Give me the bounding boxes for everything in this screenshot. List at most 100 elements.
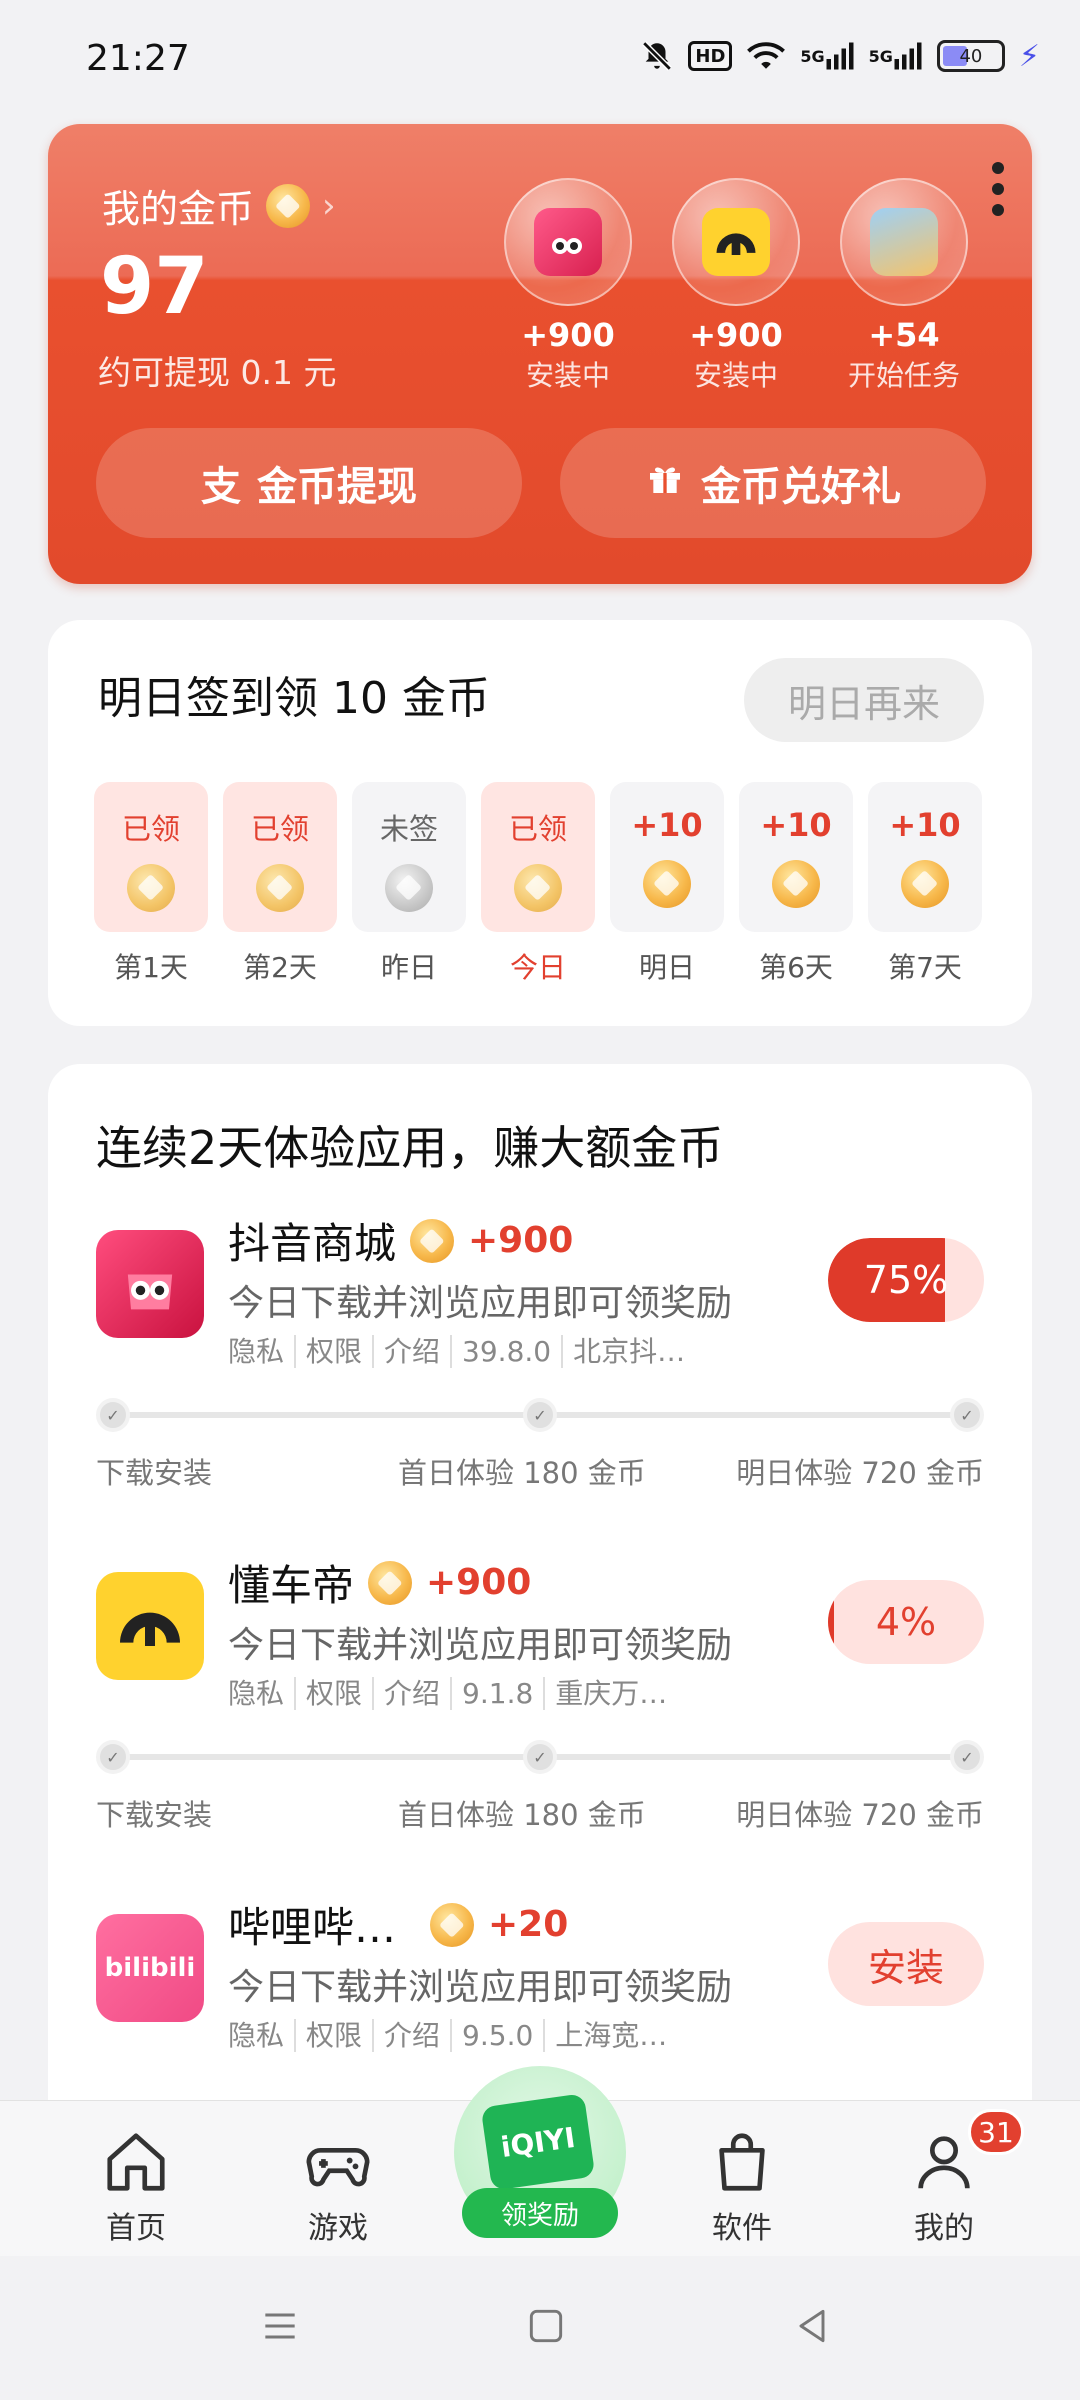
wifi-icon — [746, 38, 786, 74]
check-icon: ✓ — [96, 1398, 130, 1432]
tab-games[interactable]: 游戏 — [278, 2127, 398, 2247]
app-description: 今日下载并浏览应用即可领奖励 — [228, 1967, 733, 2008]
check-icon: ✓ — [523, 1398, 557, 1432]
charging-icon: ⚡ — [1018, 38, 1040, 74]
day-status: 未签 — [379, 812, 438, 846]
permissions-link[interactable]: 权限 — [294, 1335, 373, 1368]
checkin-day: +10 第7天 — [868, 782, 982, 986]
signal-5g-label: 5G — [800, 46, 825, 66]
permissions-link[interactable]: 权限 — [294, 1677, 373, 1710]
task-steps: ✓ ✓ ✓ 下载安装 首日体验 180 金币 明日体验 720 金币 — [96, 1398, 984, 1498]
status-bar: 21:27 HD 5G 5G 40 ⚡ — [0, 0, 1080, 120]
check-icon: ✓ — [950, 1398, 984, 1432]
step-label: 明日体验 720 金币 — [736, 1798, 984, 1832]
install-button[interactable]: 安装 — [828, 1922, 984, 2006]
task-bubble[interactable]: +900 安装中 — [672, 178, 800, 394]
battery-level: 40 — [959, 45, 983, 67]
privacy-link[interactable]: 隐私 — [228, 2019, 294, 2052]
task-status: 安装中 — [693, 359, 778, 392]
check-icon: ✓ — [523, 1740, 557, 1774]
task-bubble[interactable]: +54 开始任务 — [840, 178, 968, 394]
my-coins-title: 我的金币 — [102, 187, 255, 231]
coin-icon — [127, 864, 175, 912]
download-progress-button[interactable]: 4% — [828, 1580, 984, 1664]
claim-reward-tab[interactable]: iQIYI 领奖励 — [454, 2066, 626, 2238]
gift-icon — [645, 458, 685, 508]
app-task-item[interactable]: bilibili 哔哩哔… +20 今日下载并浏览应用即可领奖励 隐私 权限 介绍 9… — [96, 1894, 984, 2052]
signal-icon: 5G — [800, 38, 854, 74]
coin-icon — [385, 864, 433, 912]
gift-button-label: 金币兑好礼 — [701, 464, 901, 510]
check-icon: ✓ — [950, 1740, 984, 1774]
day-status: 已领 — [121, 812, 180, 846]
app-version: 9.5.0 — [450, 2019, 544, 2052]
download-progress-button[interactable]: 75% — [828, 1238, 984, 1322]
checkin-day: 未签 昨日 — [352, 782, 466, 986]
app-tasks-card: 连续2天体验应用，赚大额金币 抖音商城 +900 今日下载并浏览应用即可领奖励 … — [48, 1064, 1032, 2164]
check-icon: ✓ — [96, 1740, 130, 1774]
dongchedi-app-icon — [96, 1572, 204, 1680]
notification-badge: 31 — [968, 2109, 1024, 2155]
app-description: 今日下载并浏览应用即可领奖励 — [228, 1283, 733, 1324]
app-meta: 隐私 权限 介绍 9.1.8 重庆万… — [228, 1672, 678, 1712]
app-reward: +900 — [468, 1220, 574, 1261]
app-version: 39.8.0 — [450, 1335, 562, 1368]
app-task-item[interactable]: 抖音商城 +900 今日下载并浏览应用即可领奖励 隐私 权限 介绍 39.8.0 北京抖… — [96, 1210, 984, 1368]
coin-icon — [256, 864, 304, 912]
day-status: +10 — [760, 806, 832, 844]
shopping-bag-icon — [719, 2133, 765, 2191]
iqiyi-tv-icon: iQIYI — [480, 2093, 596, 2191]
step-label: 首日体验 180 金币 — [398, 1456, 646, 1490]
coin-icon — [772, 860, 820, 908]
signal-5g-label-2: 5G — [868, 46, 893, 66]
app-meta: 隐私 权限 介绍 39.8.0 北京抖… — [228, 1330, 696, 1370]
coin-icon — [514, 864, 562, 912]
task-status: 安装中 — [525, 359, 610, 392]
tab-mine[interactable]: 我的 31 — [884, 2109, 1024, 2247]
tab-home[interactable]: 首页 — [76, 2127, 196, 2247]
app-name: 抖音商城 — [228, 1219, 397, 1268]
gift-exchange-button[interactable]: 金币兑好礼 — [560, 428, 986, 538]
tab-label: 游戏 — [308, 2211, 368, 2246]
app-developer: 北京抖… — [561, 1335, 696, 1368]
system-nav-bar — [0, 2256, 1080, 2400]
intro-link[interactable]: 介绍 — [372, 1677, 451, 1710]
intro-link[interactable]: 介绍 — [372, 1335, 451, 1368]
task-points: +54 — [868, 316, 940, 354]
day-status: +10 — [889, 806, 961, 844]
step-label: 下载安装 — [96, 1798, 213, 1832]
tab-software[interactable]: 软件 — [682, 2127, 802, 2247]
app-reward: +20 — [488, 1904, 569, 1945]
avatar-app-icon — [870, 208, 938, 276]
my-coins-link[interactable]: 我的金币 › — [102, 178, 336, 233]
coin-icon — [410, 1218, 455, 1263]
mute-bell-icon — [640, 38, 674, 74]
privacy-link[interactable]: 隐私 — [228, 1677, 294, 1710]
bilibili-app-icon: bilibili — [96, 1914, 204, 2022]
back-icon[interactable] — [790, 2304, 834, 2348]
day-label: 第1天 — [114, 951, 188, 984]
come-back-tomorrow-button[interactable]: 明日再来 — [744, 658, 984, 742]
tab-label: 我的 — [914, 2211, 974, 2246]
checkin-day: +10 第6天 — [739, 782, 853, 986]
menu-icon[interactable] — [258, 2304, 302, 2348]
home-icon — [107, 2133, 165, 2191]
intro-link[interactable]: 介绍 — [372, 2019, 451, 2052]
app-reward: +900 — [426, 1562, 532, 1603]
app-task-item[interactable]: 懂车帝 +900 今日下载并浏览应用即可领奖励 隐私 权限 介绍 9.1.8 重庆万… … — [96, 1552, 984, 1710]
home-square-icon[interactable] — [524, 2304, 568, 2348]
coin-icon — [266, 183, 311, 228]
dongchedi-app-icon — [702, 208, 770, 276]
withdraw-button[interactable]: 支 金币提现 — [96, 428, 522, 538]
permissions-link[interactable]: 权限 — [294, 2019, 373, 2052]
privacy-link[interactable]: 隐私 — [228, 1335, 294, 1368]
more-menu-icon[interactable] — [992, 162, 1008, 216]
task-bubble[interactable]: +900 安装中 — [504, 178, 632, 394]
task-points: +900 — [521, 316, 615, 354]
app-meta: 隐私 权限 介绍 9.5.0 上海宽… — [228, 2014, 678, 2054]
claim-reward-label: 领奖励 — [462, 2188, 618, 2238]
status-time: 21:27 — [86, 38, 190, 79]
checkin-day: 已领 第1天 — [94, 782, 208, 986]
coin-icon — [901, 860, 949, 908]
checkin-day: 已领 第2天 — [223, 782, 337, 986]
